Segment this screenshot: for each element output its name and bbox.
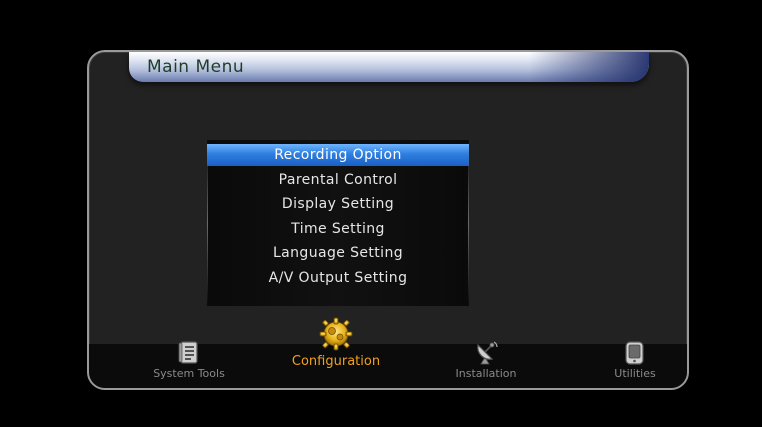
menu-item-time-setting[interactable]: Time Setting: [207, 218, 469, 240]
menu-item-language-setting[interactable]: Language Setting: [207, 242, 469, 264]
menu-item-parental-control[interactable]: Parental Control: [207, 169, 469, 191]
tab-label-utilities: Utilities: [614, 367, 656, 380]
tab-label-installation: Installation: [455, 367, 517, 380]
system-tools-icon: [178, 341, 198, 364]
tab-installation[interactable]: Installation: [426, 340, 546, 380]
tab-label-system-tools: System Tools: [153, 367, 225, 380]
menu-item-recording-option[interactable]: Recording Option: [207, 144, 469, 166]
tab-system-tools[interactable]: System Tools: [129, 340, 249, 380]
configuration-gear-icon: [319, 317, 353, 351]
title-bar: Main Menu: [129, 52, 649, 82]
satellite-dish-icon: [477, 341, 498, 365]
handheld-device-icon: [625, 341, 644, 365]
menu-item-av-output-setting[interactable]: A/V Output Setting: [207, 267, 469, 289]
tab-utilities[interactable]: Utilities: [575, 340, 687, 380]
tab-configuration[interactable]: Configuration: [276, 316, 396, 369]
submenu-list: Recording Option Parental Control Displa…: [207, 140, 469, 306]
menu-item-display-setting[interactable]: Display Setting: [207, 193, 469, 215]
main-menu-panel: Main Menu Recording Option Parental Cont…: [87, 50, 689, 390]
tab-label-configuration: Configuration: [291, 354, 381, 369]
page-title: Main Menu: [147, 57, 245, 77]
